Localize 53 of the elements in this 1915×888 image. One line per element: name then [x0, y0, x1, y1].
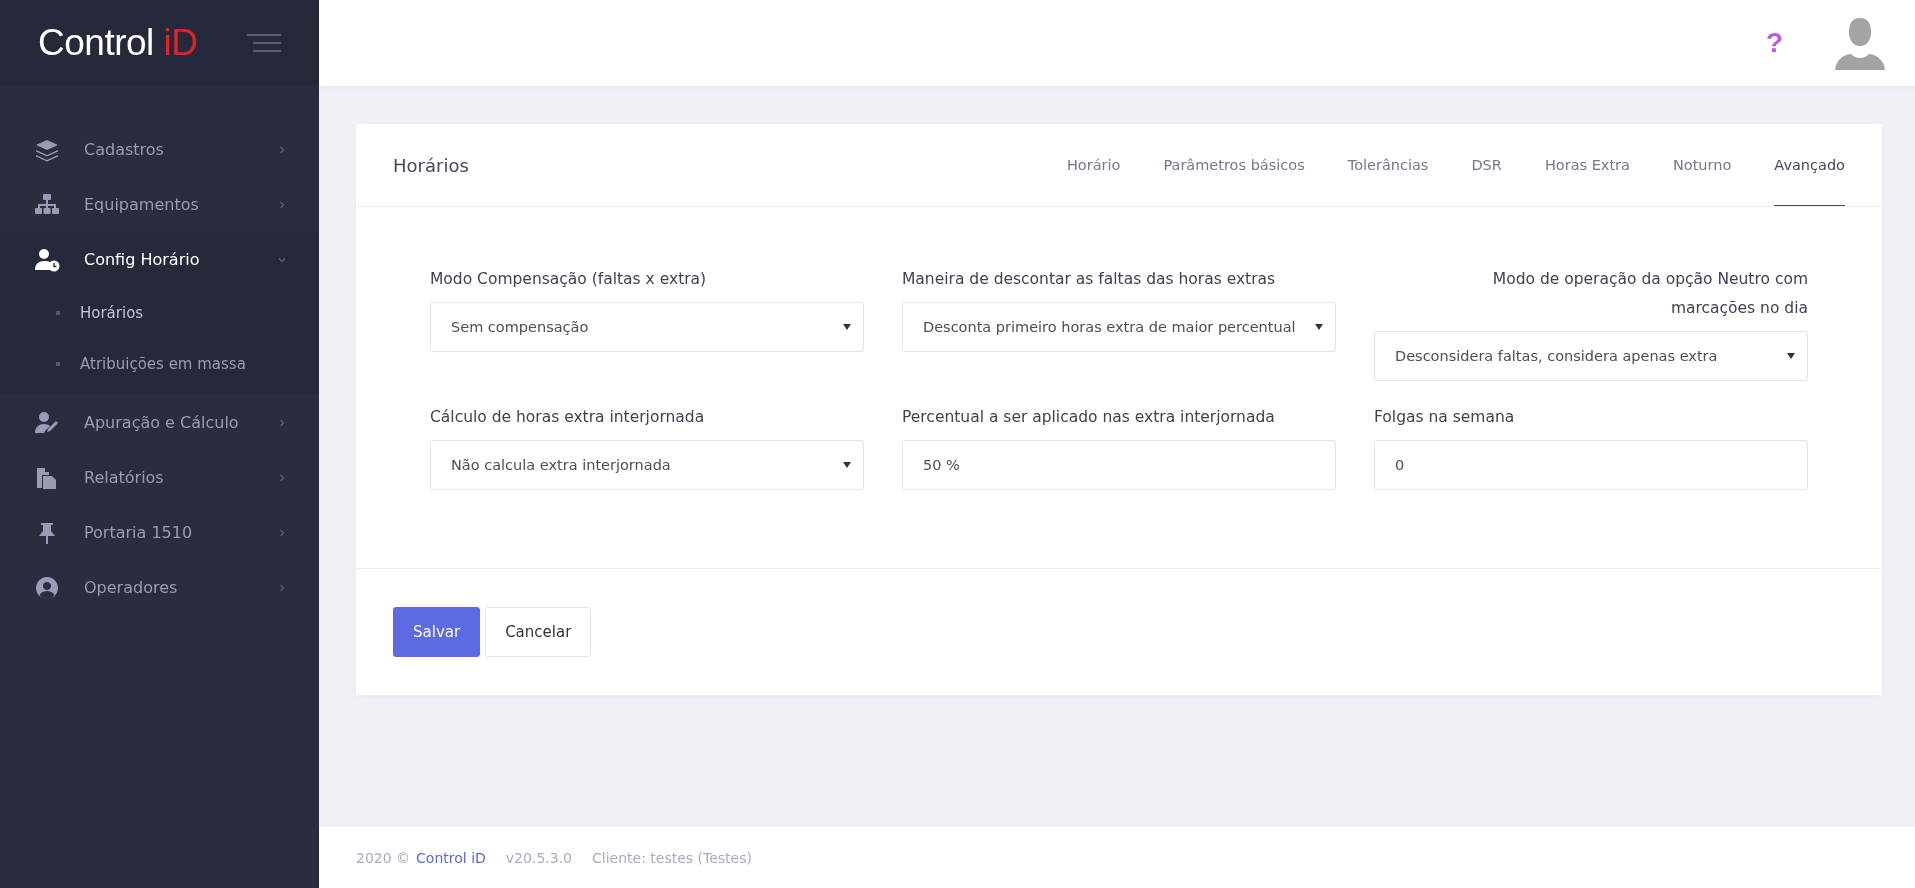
tab[interactable]: Noturno	[1672, 124, 1732, 206]
copyright-text: 2020 ©	[356, 849, 411, 866]
field-label: Percentual a ser aplicado nas extra interjornada	[902, 407, 1276, 428]
submenu-item[interactable]: Atribuições em massa	[0, 338, 319, 389]
avatar-icon[interactable]	[1833, 16, 1887, 70]
chevron-icon	[277, 417, 287, 428]
sidebar-item[interactable]: Portaria 1510	[0, 505, 319, 560]
card-title: Horários	[393, 154, 469, 176]
select-field[interactable]: Desconsidera faltas, considera apenas extra	[1374, 331, 1808, 381]
sidebar-item[interactable]: Equipamentos	[0, 177, 319, 232]
menu-icon[interactable]	[247, 34, 281, 52]
layers-icon	[34, 137, 60, 162]
tab[interactable]: Horário	[1066, 124, 1121, 206]
tab[interactable]: Tolerâncias	[1347, 124, 1429, 206]
field-label: Modo de operação da opção Neutro com marcações no dia	[1491, 269, 1808, 319]
version-text: v20.5.3.0	[505, 849, 572, 866]
sidebar-item[interactable]: Cadastros	[0, 122, 319, 177]
chevron-icon	[277, 144, 287, 155]
caret-icon	[843, 324, 851, 330]
sidebar-item[interactable]: Operadores	[0, 560, 319, 615]
tab[interactable]: Horas Extra	[1544, 124, 1630, 206]
input-field[interactable]: 0	[1374, 440, 1808, 490]
help-button[interactable]: ?	[1765, 27, 1783, 59]
tab[interactable]: Parâmetros básicos	[1163, 124, 1305, 206]
tab[interactable]: DSR	[1471, 124, 1502, 206]
tab[interactable]: Avançado	[1774, 124, 1845, 206]
field-label: Maneira de descontar as faltas das horas extras	[902, 269, 1277, 290]
caret-icon	[843, 462, 851, 468]
chevron-icon	[277, 199, 287, 210]
user-pen-icon	[34, 410, 60, 435]
select-field[interactable]: Não calcula extra interjornada	[430, 440, 864, 490]
chevron-icon	[277, 582, 287, 593]
save-button[interactable]: Salvar	[393, 607, 481, 657]
field-label: Cálculo de horas extra interjornada	[430, 407, 706, 428]
select-field[interactable]: Desconta primeiro horas extra de maior percentual	[902, 302, 1336, 352]
sitemap-icon	[34, 192, 60, 217]
sidebar-item[interactable]: Relatórios	[0, 450, 319, 505]
footer-link[interactable]: Control iD	[416, 849, 486, 866]
sidebar-item[interactable]: Config Horário	[0, 232, 319, 287]
caret-icon	[1315, 324, 1323, 330]
cancel-button[interactable]: Cancelar	[485, 607, 592, 657]
field-label: Folgas na semana	[1374, 407, 1516, 428]
chevron-icon	[277, 472, 287, 483]
client-text: Cliente: testes (Testes)	[592, 849, 752, 866]
select-field[interactable]: Sem compensação	[430, 302, 864, 352]
chevron-icon	[277, 527, 287, 538]
logo: Control iD	[38, 22, 198, 64]
input-field[interactable]: 50 %	[902, 440, 1336, 490]
field-label: Modo Compensação (faltas x extra)	[430, 269, 708, 290]
user-clock-icon	[34, 247, 60, 272]
submenu-item[interactable]: Horários	[0, 287, 319, 338]
caret-icon	[1787, 353, 1795, 359]
sidebar-item[interactable]: Apuração e Cálculo	[0, 395, 319, 450]
